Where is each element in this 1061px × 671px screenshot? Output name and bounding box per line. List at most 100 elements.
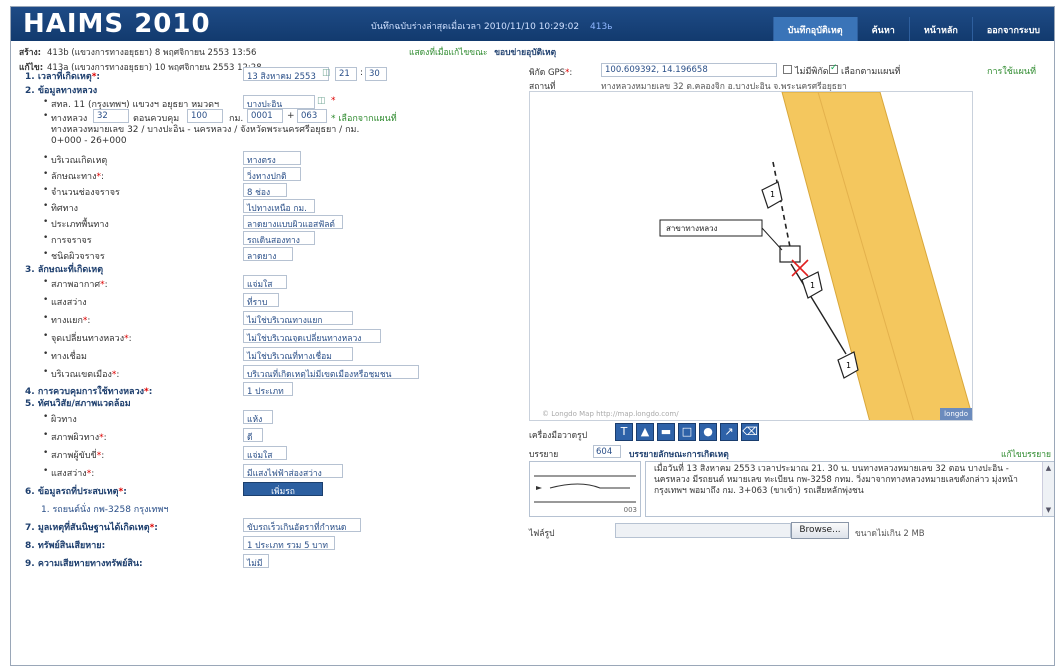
bullet-icon: •	[43, 277, 49, 287]
calendar-icon[interactable]: ◫	[322, 68, 331, 78]
map-help-link[interactable]: การใช้แผนที่	[987, 64, 1036, 78]
km-field-a[interactable]: 0001	[247, 109, 283, 123]
bullet-icon: •	[43, 153, 49, 163]
scroll-down-icon[interactable]: ▼	[1044, 505, 1053, 515]
drawing-tools-label: เครื่องมือวาดรูป	[529, 431, 588, 441]
rectangle-tool-icon[interactable]: □	[678, 423, 696, 441]
km-label: กม.	[229, 114, 244, 124]
bullet-icon: •	[43, 185, 49, 195]
field-road-type[interactable]: วิ่งทางปกติ	[243, 167, 301, 181]
no-coordinates-checkbox[interactable]	[783, 65, 792, 74]
field-label: ชนิดผิวจราจร	[51, 252, 105, 262]
bullet-icon: •	[43, 349, 49, 359]
attachment-label: ไฟล์รูป	[529, 529, 555, 539]
map-canvas[interactable]: 1 1 1 สาขาทางหลวง	[530, 92, 973, 421]
vehicle-box-marker[interactable]	[779, 245, 801, 263]
field-lanes[interactable]: 8 ช่อง	[243, 183, 287, 197]
section-5-text: ทัศนวิสัย/สภาพแวดล้อม	[37, 399, 131, 409]
field-urban-zone[interactable]: บริเวณที่เกิดเหตุไม่มีเขตเมืองหรือชุมชน	[243, 365, 419, 379]
map-credit: © Longdo Map http://map.longdo.com/	[542, 410, 679, 418]
vehicle-list-item[interactable]: 1. รถยนต์นั่ง กพ-3258 กรุงเทพฯ	[41, 502, 168, 516]
km-field-b[interactable]: 063	[297, 109, 327, 123]
field-label: ประเภทพื้นทาง	[51, 220, 109, 230]
section-3-num: 3.	[25, 265, 35, 275]
road-description-line-2: 0+000 - 26+000	[51, 136, 127, 146]
scroll-up-icon[interactable]: ▲	[1044, 463, 1053, 473]
field-lighting[interactable]: มีแสงไฟฟ้าส่องสว่าง	[243, 464, 343, 478]
select-icon[interactable]: ◫	[317, 96, 326, 106]
description-textarea[interactable]: เมื่อวันที่ 13 สิงหาคม 2553 เวลาประมาณ 2…	[645, 461, 1054, 517]
property-damage-field[interactable]: 1 ประเภท รวม 5 บาท	[243, 536, 335, 550]
sub-district-select[interactable]: บางปะอิน	[243, 95, 315, 109]
draft-status-text: บันทึกฉบับร่างล่าสุดเมื่อเวลา 2010/11/10…	[371, 22, 580, 32]
minute-field[interactable]: 30	[365, 67, 387, 81]
tab-record-accident[interactable]: บันทึกอุบัติเหตุ	[772, 17, 857, 41]
field-surface-condition[interactable]: ดี	[243, 428, 263, 442]
edit-history-link[interactable]: แสดงที่เมื่อแก้ไขขณะ	[409, 48, 488, 58]
file-path-field[interactable]	[615, 523, 791, 538]
field-label: บริเวณเกิดเหตุ	[51, 156, 108, 166]
tab-home[interactable]: หน้าหลัก	[908, 17, 972, 41]
cause-field[interactable]: ขับรถเร็วเกินอัตราที่กำหนด	[243, 518, 361, 532]
callout-text: สาขาทางหลวง	[666, 224, 718, 233]
field-terrain[interactable]: ที่ราบ	[243, 293, 279, 307]
field-direction[interactable]: ไปทางเหนือ กม.	[243, 199, 315, 213]
field-intersection[interactable]: ไม่ใช่บริเวณทางแยก	[243, 311, 353, 325]
field-traffic[interactable]: รถเดินสองทาง	[243, 231, 315, 245]
field-surface-type[interactable]: ลาดยางแบบผิวแอสฟัลต์	[243, 215, 343, 229]
add-vehicle-button[interactable]: เพิ่มรถ	[243, 482, 323, 497]
description-char-count: 604	[593, 445, 621, 458]
diagram-number: 003	[623, 506, 637, 514]
section-8-label: 8. ทรัพย์สินเสียหาย:	[25, 541, 106, 551]
field-area[interactable]: ทางตรง	[243, 151, 301, 165]
browse-button[interactable]: Browse...	[791, 522, 849, 539]
hour-field[interactable]: 21	[335, 67, 357, 81]
control-label: ตอนควบคุม	[133, 114, 180, 124]
section-1-text: เวลาที่เกิดเหตุ	[37, 72, 92, 82]
section-6-label: 6. ข้อมูลรถที่ประสบเหตุ*:	[25, 487, 127, 497]
app-logo: HAIMS 2010	[23, 9, 211, 39]
accident-map[interactable]: 1 1 1 สาขาทางหลวง © Longdo Map http://ma…	[529, 91, 973, 421]
section-7-text: มูลเหตุที่สันนิษฐานได้เกิดเหตุ	[37, 523, 150, 533]
description-scrollbar[interactable]: ▲ ▼	[1042, 462, 1054, 516]
pick-from-map-label: เลือกตามแผนที่	[841, 67, 901, 77]
marker-number: 1	[846, 361, 851, 370]
gps-coordinates-field[interactable]: 100.609392, 14.196658	[601, 63, 777, 77]
highway-control-field[interactable]: 1 ประเภท	[243, 382, 293, 396]
triangle-tool-icon[interactable]: ▲	[636, 423, 654, 441]
section-1-num: 1.	[25, 72, 35, 82]
text-tool-icon[interactable]: T	[615, 423, 633, 441]
bullet-icon: •	[43, 430, 49, 440]
edit-description-link[interactable]: แก้ไขบรรยาย	[1001, 447, 1051, 461]
pick-from-map-checkbox[interactable]	[829, 63, 838, 74]
property-loss-field[interactable]: ไม่มี	[243, 554, 269, 568]
section-2-num: 2.	[25, 86, 35, 96]
section-5-num: 5.	[25, 399, 35, 409]
field-weather[interactable]: แจ่มใส	[243, 275, 287, 289]
section-6-num: 6.	[25, 487, 35, 497]
field-highway-change[interactable]: ไม่ใช่บริเวณจุดเปลี่ยนทางหลวง	[243, 329, 381, 343]
km-map-note[interactable]: * เลือกจากแผนที่	[331, 111, 397, 125]
highway-number-field[interactable]: 32	[93, 109, 129, 123]
diagram-thumbnail[interactable]: 003	[529, 461, 641, 517]
bullet-icon: •	[43, 466, 49, 476]
field-junction[interactable]: ไม่ใช่บริเวณที่ทางเชื่อม	[243, 347, 353, 361]
field-label: สภาพผิวทาง*:	[51, 433, 107, 443]
bullet-icon: •	[43, 295, 49, 305]
tab-logout[interactable]: ออกจากระบบ	[971, 17, 1054, 41]
arrow-tool-icon[interactable]: ↗	[720, 423, 738, 441]
erase-tool-icon[interactable]: ⌫	[741, 423, 759, 441]
line-tool-icon[interactable]: ▬	[657, 423, 675, 441]
section-5-label: 5. ทัศนวิสัย/สภาพแวดล้อม	[25, 396, 131, 410]
top-bar: HAIMS 2010 บันทึกฉบับร่างล่าสุดเมื่อเวลา…	[11, 7, 1054, 41]
circle-tool-icon[interactable]: ●	[699, 423, 717, 441]
control-number-field[interactable]: 100	[187, 109, 223, 123]
description-label: บรรยาย	[529, 450, 559, 460]
field-surface[interactable]: แห้ง	[243, 410, 273, 424]
bullet-icon: •	[43, 111, 49, 121]
tab-search[interactable]: ค้นหา	[856, 17, 909, 41]
marker-number: 1	[810, 281, 815, 290]
accident-date-field[interactable]: 13 สิงหาคม 2553	[243, 67, 329, 81]
field-pavement[interactable]: ลาดยาง	[243, 247, 293, 261]
field-driver-condition[interactable]: แจ่มใส	[243, 446, 287, 460]
